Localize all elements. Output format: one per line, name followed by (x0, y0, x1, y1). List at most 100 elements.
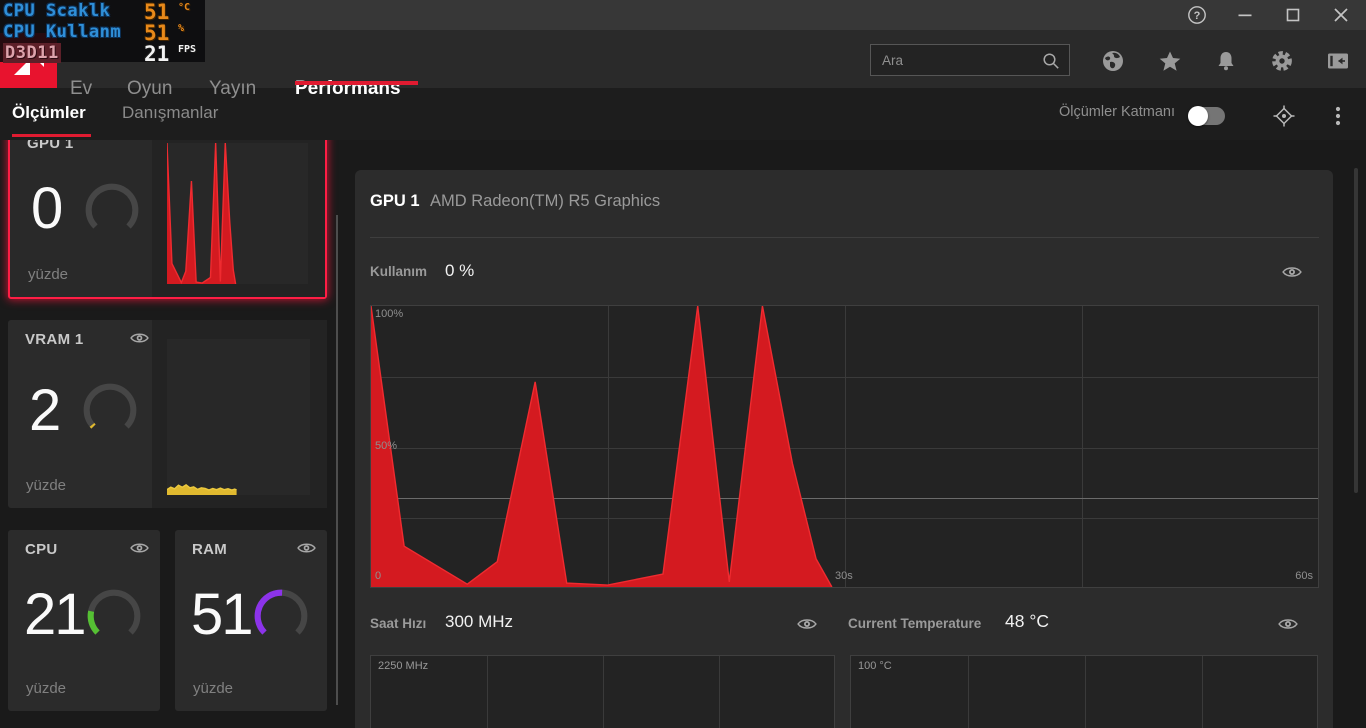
gpu-name: AMD Radeon(TM) R5 Graphics (430, 192, 661, 210)
minimize-button[interactable] (1233, 3, 1257, 27)
notifications-button[interactable] (1214, 49, 1238, 73)
settings-button[interactable] (1270, 49, 1294, 73)
divider (370, 237, 1319, 238)
overlay-toggle-label: Ölçümler Katmanı (1058, 104, 1175, 120)
nav-tab-ev[interactable]: Ev (70, 78, 92, 100)
panel-title: GPU 1 (370, 192, 420, 210)
clock-label: Saat Hızı (370, 616, 427, 631)
gridline (719, 656, 720, 728)
xtick-60s: 60s (1295, 570, 1313, 582)
gridline (968, 656, 969, 728)
osd-fps-value: 21 (144, 42, 170, 66)
ram-usage-value: 51 (191, 582, 253, 647)
performance-sub-nav: Ölçümler Danışmanlar Ölçümler Katmanı (0, 88, 1366, 140)
xtick-0: 0 (375, 570, 382, 582)
gpu-usage-area (371, 306, 1318, 587)
sidebar-card-gpu[interactable]: GPU 1 0 yüzde (8, 122, 327, 299)
card-title: RAM (192, 541, 228, 558)
temperature-eye-icon[interactable] (1278, 617, 1298, 631)
osd-row-cpu-temp: CPU Scaklk (3, 1, 110, 21)
maximize-icon (1286, 8, 1300, 22)
collapse-panel-button[interactable] (1326, 49, 1350, 73)
toggle-knob (1188, 106, 1208, 126)
tab-olcumler[interactable]: Ölçümler (12, 103, 86, 123)
svg-text:?: ? (1194, 10, 1201, 22)
eye-icon[interactable] (297, 541, 316, 555)
globe-icon (1103, 51, 1123, 71)
sidebar-card-cpu[interactable]: CPU 21 yüzde (8, 530, 160, 711)
vram-mini-chart (167, 339, 310, 495)
unit-label: yüzde (26, 680, 67, 697)
vram-gauge (83, 383, 137, 429)
xtick-30s: 30s (835, 570, 853, 582)
cpu-usage-value: 21 (24, 582, 86, 647)
help-icon: ? (1188, 6, 1206, 24)
usage-eye-icon[interactable] (1282, 265, 1302, 279)
eye-icon[interactable] (130, 541, 149, 555)
gridline (603, 656, 604, 728)
olcumler-katmani-toggle[interactable] (1188, 106, 1225, 126)
search-icon[interactable] (1042, 52, 1060, 70)
close-icon (1334, 8, 1348, 22)
osd-cpu-usage-unit: % (178, 23, 185, 34)
osd-row-cpu-usage: CPU Kullanm (3, 22, 121, 42)
gridline (1085, 656, 1086, 728)
gpu-mini-chart-zone (152, 124, 325, 297)
panel-collapse-icon (1328, 53, 1348, 69)
close-button[interactable] (1329, 3, 1353, 27)
search-box (870, 44, 1070, 76)
gpu-gauge (85, 183, 139, 229)
osd-cpu-usage-label: CPU Kullanm (3, 22, 122, 42)
gridline (1202, 656, 1203, 728)
temperature-chart: 100 °C (850, 655, 1318, 728)
usage-value: 0 % (445, 261, 475, 280)
sidebar-scrollbar[interactable] (336, 215, 338, 705)
favorites-button[interactable] (1158, 49, 1182, 73)
gpu-usage-chart: 100% 50% 0 30s 60s (370, 305, 1319, 588)
clock-eye-icon[interactable] (797, 617, 817, 631)
rtss-osd-overlay: CPU Scaklk 51 °C CPU Kullanm 51 % D3D11 … (0, 0, 205, 66)
clock-chart-max-label: 2250 MHz (378, 660, 429, 672)
globe-button[interactable] (1101, 49, 1125, 73)
card-title: CPU (25, 541, 58, 558)
sidebar-card-ram[interactable]: RAM 51 yüzde (175, 530, 327, 711)
search-input[interactable] (871, 45, 1039, 75)
radeon-software-window: ? Ev Oyun Yayın Performans Ara Ölçümler … (0, 0, 1366, 728)
sampling-crosshair-button[interactable] (1272, 104, 1296, 128)
card-title: VRAM 1 (25, 331, 84, 348)
star-icon (1159, 51, 1181, 71)
maximize-button[interactable] (1281, 3, 1305, 27)
minimize-icon (1238, 14, 1252, 17)
temp-chart-max-label: 100 °C (858, 660, 892, 672)
clock-speed-chart: 2250 MHz (370, 655, 835, 728)
osd-api-label: D3D11 (3, 43, 61, 63)
eye-icon[interactable] (130, 331, 149, 345)
ram-gauge (254, 589, 308, 635)
nav-tab-yayin[interactable]: Yayın (209, 78, 256, 100)
tab-danismanlar[interactable]: Danışmanlar (122, 103, 218, 123)
gpu-detail-panel: GPU 1 AMD Radeon(TM) R5 Graphics Kullanı… (355, 170, 1333, 728)
osd-row-fps: D3D11 (3, 43, 61, 63)
gpu-usage-value: 0 (31, 176, 63, 241)
osd-fps-unit: FPS (178, 44, 197, 55)
temperature-label: Current Temperature (848, 616, 982, 631)
osd-cpu-temp-label: CPU Scaklk (3, 1, 111, 21)
unit-label: yüzde (26, 477, 67, 494)
unit-label: yüzde (28, 266, 69, 283)
bell-icon (1218, 52, 1234, 71)
clock-value: 300 MHz (445, 612, 514, 631)
nav-tab-oyun[interactable]: Oyun (127, 78, 172, 100)
osd-cpu-temp-unit: °C (178, 2, 191, 13)
ytick-50: 50% (375, 440, 398, 452)
ytick-100: 100% (375, 308, 404, 320)
temperature-value: 48 °C (1005, 611, 1049, 631)
vram-usage-value: 2 (29, 378, 61, 443)
vram-mini-chart-zone (152, 320, 327, 508)
active-tab-underline (295, 81, 418, 85)
gridline (487, 656, 488, 728)
help-button[interactable]: ? (1185, 3, 1209, 27)
sidebar-card-vram[interactable]: VRAM 1 2 yüzde (8, 320, 327, 508)
main-scrollbar[interactable] (1354, 168, 1358, 493)
more-options-kebab-button[interactable] (1331, 104, 1345, 128)
active-subtab-underline (12, 133, 91, 137)
